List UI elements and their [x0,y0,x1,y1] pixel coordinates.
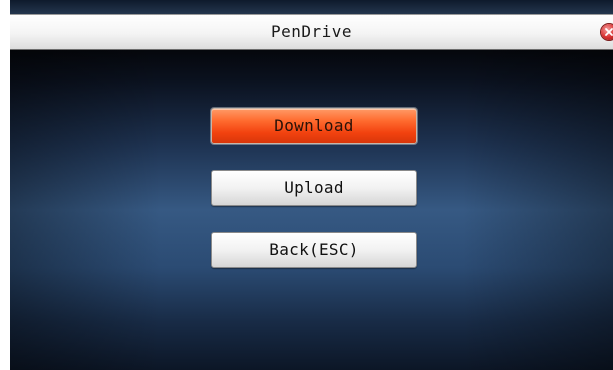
screen-top-edge [10,0,613,14]
pendrive-screen: PenDrive Download Upload Back(ESC) [0,0,613,370]
close-icon[interactable] [601,24,613,40]
download-button[interactable]: Download [211,108,417,144]
title-bar: PenDrive [10,14,613,50]
window-title: PenDrive [270,22,353,41]
upload-button[interactable]: Upload [211,170,417,206]
back-button[interactable]: Back(ESC) [211,232,417,268]
menu-panel: Download Upload Back(ESC) [10,50,613,370]
